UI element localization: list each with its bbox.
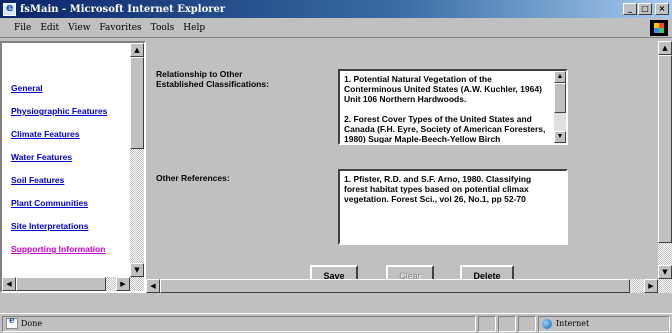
nav-link-water-features[interactable]: Water Features xyxy=(11,152,107,162)
window-title: fsMain - Microsoft Internet Explorer xyxy=(20,3,226,15)
scroll-up-arrow-icon[interactable]: ▲ xyxy=(554,71,566,83)
status-zone: Internet xyxy=(556,319,590,328)
scroll-thumb[interactable] xyxy=(16,277,106,291)
textarea-scrollbar[interactable]: ▲ ▼ xyxy=(554,71,566,143)
scroll-thumb[interactable] xyxy=(160,279,630,293)
scroll-up-arrow-icon[interactable]: ▲ xyxy=(658,41,672,55)
status-zone-pane: Internet xyxy=(538,315,670,332)
scroll-right-arrow-icon[interactable]: ▶ xyxy=(644,279,658,293)
close-button[interactable]: × xyxy=(655,3,669,15)
menu-tools[interactable]: Tools xyxy=(151,23,175,33)
scroll-thumb[interactable] xyxy=(554,83,566,113)
maximize-button[interactable]: □ xyxy=(638,3,652,15)
nav-link-soil-features[interactable]: Soil Features xyxy=(11,175,107,185)
menu-edit[interactable]: Edit xyxy=(40,23,59,33)
status-text: Done xyxy=(21,319,43,328)
nav-link-climate-features[interactable]: Climate Features xyxy=(11,129,107,139)
scroll-thumb[interactable] xyxy=(658,55,672,243)
scroll-right-arrow-icon[interactable]: ▶ xyxy=(116,277,130,291)
scroll-left-arrow-icon[interactable]: ◀ xyxy=(146,279,160,293)
title-bar: fsMain - Microsoft Internet Explorer _ □… xyxy=(0,0,672,18)
nav-link-plant-communities[interactable]: Plant Communities xyxy=(11,198,107,208)
status-empty-pane xyxy=(498,315,516,332)
relationship-paragraph-1: 1. Potential Natural Vegetation of the C… xyxy=(344,74,542,104)
status-bar: Done Internet xyxy=(0,313,672,333)
relationship-paragraph-2: 2. Forest Cover Types of the United Stat… xyxy=(344,114,546,144)
relationship-label: Relationship to Other Established Classi… xyxy=(156,69,269,89)
navigation-frame: General Physiographic Features Climate F… xyxy=(0,41,146,293)
content-vertical-scrollbar[interactable]: ▲ ▼ xyxy=(658,41,672,279)
status-empty-pane xyxy=(518,315,536,332)
menu-file[interactable]: File xyxy=(14,23,31,33)
menu-bar: File Edit View Favorites Tools Help xyxy=(0,18,672,38)
menu-help[interactable]: Help xyxy=(183,23,205,33)
scroll-up-arrow-icon[interactable]: ▲ xyxy=(130,43,144,57)
relationship-textarea[interactable]: 1. Potential Natural Vegetation of the C… xyxy=(338,69,568,145)
minimize-button[interactable]: _ xyxy=(623,3,637,15)
scroll-down-arrow-icon[interactable]: ▼ xyxy=(554,131,566,143)
menu-favorites[interactable]: Favorites xyxy=(99,23,141,33)
scroll-left-arrow-icon[interactable]: ◀ xyxy=(2,277,16,291)
windows-logo-icon xyxy=(650,20,668,36)
status-empty-pane xyxy=(478,315,496,332)
nav-link-site-interpretations[interactable]: Site Interpretations xyxy=(11,221,107,231)
nav-link-physiographic-features[interactable]: Physiographic Features xyxy=(11,106,107,116)
scroll-down-arrow-icon[interactable]: ▼ xyxy=(130,263,144,277)
nav-link-general[interactable]: General xyxy=(11,83,107,93)
internet-explorer-icon xyxy=(3,1,16,16)
other-references-text: 1. Pfister, R.D. and S.F. Arno, 1980. Cl… xyxy=(344,174,532,204)
content-frame: Relationship to Other Established Classi… xyxy=(146,41,672,293)
nav-horizontal-scrollbar[interactable]: ◀ ▶ xyxy=(2,277,144,291)
other-references-label: Other References: xyxy=(156,173,230,183)
other-references-textarea[interactable]: 1. Pfister, R.D. and S.F. Arno, 1980. Cl… xyxy=(338,169,568,245)
scroll-thumb[interactable] xyxy=(130,57,144,149)
status-text-pane: Done xyxy=(2,315,476,332)
scroll-down-arrow-icon[interactable]: ▼ xyxy=(658,265,672,279)
menu-view[interactable]: View xyxy=(68,23,90,33)
page-icon xyxy=(6,316,18,329)
nav-vertical-scrollbar[interactable]: ▲ ▼ xyxy=(130,43,144,277)
content-horizontal-scrollbar[interactable]: ◀ ▶ xyxy=(146,279,672,293)
nav-list: General Physiographic Features Climate F… xyxy=(11,83,107,267)
nav-link-supporting-information[interactable]: Supporting Information xyxy=(11,244,107,254)
internet-globe-icon xyxy=(542,318,552,329)
